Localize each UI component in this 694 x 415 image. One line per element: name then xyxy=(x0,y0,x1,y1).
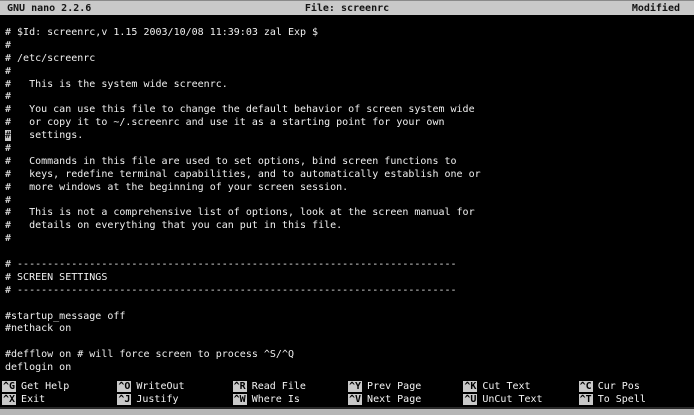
shortcut-label: Read File xyxy=(252,381,306,392)
editor-line[interactable]: # more windows at the beginning of your … xyxy=(5,182,694,195)
editor-line[interactable]: # This is not a comprehensive list of op… xyxy=(5,207,694,220)
shortcut-label: Cur Pos xyxy=(598,381,640,392)
editor-line[interactable]: #startup_message off xyxy=(5,311,694,324)
shortcut-key-badge: ^K xyxy=(463,381,477,392)
editor-line[interactable]: # Commands in this file are used to set … xyxy=(5,156,694,169)
editor-line[interactable]: # or copy it to ~/.screenrc and use it a… xyxy=(5,117,694,130)
shortcut-label: To Spell xyxy=(598,394,646,405)
editor-line[interactable]: #defflow on # will force screen to proce… xyxy=(5,349,694,362)
shortcut-key-badge: ^X xyxy=(2,394,16,405)
editor-line[interactable]: # xyxy=(5,233,694,246)
shortcut-justify[interactable]: ^J Justify xyxy=(117,393,232,406)
shortcut-key-badge: ^R xyxy=(233,381,247,392)
shortcut-exit[interactable]: ^X Exit xyxy=(2,393,117,406)
shortcut-row: ^G Get Help ^O WriteOut ^R Read File ^Y Prev Pa… xyxy=(2,380,694,393)
shortcut-cur-pos[interactable]: ^C Cur Pos xyxy=(579,380,694,393)
shortcut-cut-text[interactable]: ^K Cut Text xyxy=(463,380,578,393)
shortcut-bar: ^G Get Help ^O WriteOut ^R Read File ^Y Prev Pa… xyxy=(2,380,694,407)
shortcut-next-page[interactable]: ^V Next Page xyxy=(348,393,463,406)
shortcut-get-help[interactable]: ^G Get Help xyxy=(2,380,117,393)
shortcut-label: Justify xyxy=(136,394,178,405)
shortcut-label: Where Is xyxy=(252,394,300,405)
terminal-window: GNU nano 2.2.6 File: screenrc Modified #… xyxy=(0,0,694,415)
shortcut-to-spell[interactable]: ^T To Spell xyxy=(579,393,694,406)
shortcut-prev-page[interactable]: ^Y Prev Page xyxy=(348,380,463,393)
shortcut-label: Next Page xyxy=(367,394,421,405)
editor-line[interactable]: # /etc/screenrc xyxy=(5,53,694,66)
shortcut-key-badge: ^J xyxy=(117,394,131,405)
shortcut-key-badge: ^O xyxy=(117,381,131,392)
editor-line[interactable]: # This is the system wide screenrc. xyxy=(5,79,694,92)
editor-line[interactable]: # keys, redefine terminal capabilities, … xyxy=(5,169,694,182)
shortcut-label: Exit xyxy=(21,394,45,405)
shortcut-row: ^X Exit ^J Justify ^W Where Is ^V Next Page ^U Un… xyxy=(2,393,694,406)
editor-line[interactable] xyxy=(5,298,694,311)
editor-line[interactable]: deflogin on xyxy=(5,362,694,375)
shortcut-uncut-text[interactable]: ^U UnCut Text xyxy=(463,393,578,406)
modified-badge: Modified xyxy=(389,3,694,14)
editor-line[interactable] xyxy=(5,336,694,349)
editor-line[interactable]: # xyxy=(5,143,694,156)
shortcut-key-badge: ^C xyxy=(579,381,593,392)
file-name-label: File: screenrc xyxy=(305,3,389,14)
shortcut-key-badge: ^U xyxy=(463,394,477,405)
editor-line[interactable]: # --------------------------------------… xyxy=(5,285,694,298)
shortcut-label: Cut Text xyxy=(482,381,530,392)
shortcut-label: Prev Page xyxy=(367,381,421,392)
shortcut-read-file[interactable]: ^R Read File xyxy=(233,380,348,393)
shortcut-key-badge: ^G xyxy=(2,381,16,392)
editor-line[interactable]: # xyxy=(5,66,694,79)
editor-area[interactable]: # $Id: screenrc,v 1.15 2003/10/08 11:39:… xyxy=(5,27,694,375)
editor-line[interactable]: # settings. xyxy=(5,130,694,143)
editor-line[interactable]: # $Id: screenrc,v 1.15 2003/10/08 11:39:… xyxy=(5,27,694,40)
shortcut-writeout[interactable]: ^O WriteOut xyxy=(117,380,232,393)
title-bar: GNU nano 2.2.6 File: screenrc Modified xyxy=(0,0,694,15)
shortcut-key-badge: ^V xyxy=(348,394,362,405)
editor-line[interactable]: #nethack on xyxy=(5,323,694,336)
text-cursor: # xyxy=(5,130,11,141)
editor-line[interactable]: # SCREEN SETTINGS xyxy=(5,272,694,285)
shortcut-label: WriteOut xyxy=(136,381,184,392)
window-edge xyxy=(0,407,694,415)
editor-line[interactable] xyxy=(5,246,694,259)
editor-line[interactable]: # xyxy=(5,91,694,104)
shortcut-key-badge: ^T xyxy=(579,394,593,405)
shortcut-key-badge: ^W xyxy=(233,394,247,405)
editor-line[interactable]: # xyxy=(5,40,694,53)
shortcut-label: Get Help xyxy=(21,381,69,392)
editor-line[interactable]: # You can use this file to change the de… xyxy=(5,104,694,117)
shortcut-label: UnCut Text xyxy=(482,394,542,405)
editor-line[interactable]: # xyxy=(5,195,694,208)
editor-line[interactable]: # --------------------------------------… xyxy=(5,259,694,272)
shortcut-key-badge: ^Y xyxy=(348,381,362,392)
editor-line[interactable]: # details on everything that you can put… xyxy=(5,220,694,233)
shortcut-where-is[interactable]: ^W Where Is xyxy=(233,393,348,406)
app-version-label: GNU nano 2.2.6 xyxy=(0,3,305,14)
